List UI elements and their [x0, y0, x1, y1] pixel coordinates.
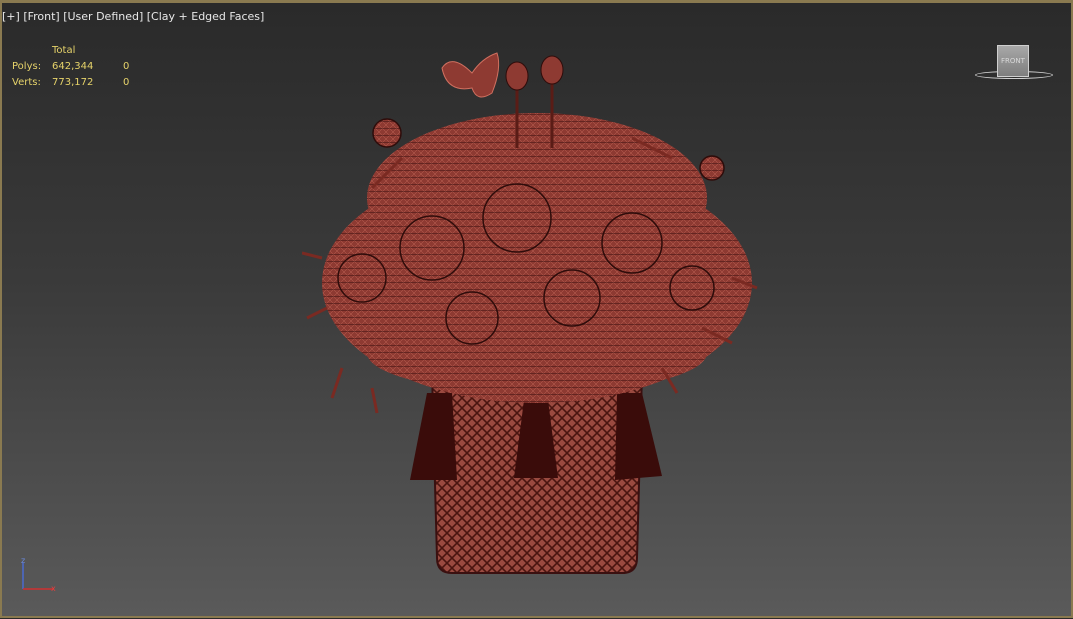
viewport-menu-plus[interactable]: [+] — [2, 10, 20, 23]
viewport-label: [+] [Front] [User Defined] [Clay + Edged… — [2, 10, 264, 23]
axis-z-label: z — [21, 557, 25, 565]
stats-verts-row: Verts: 773,172 0 — [12, 75, 143, 91]
axis-tripod-icon: z x — [21, 557, 56, 593]
statistics-overlay: Total Polys: 642,344 0 Verts: 773,172 0 — [12, 43, 143, 91]
viewcube-icon[interactable]: FRONT — [971, 43, 1055, 87]
front-viewport[interactable]: [+] [Front] [User Defined] [Clay + Edged… — [0, 0, 1073, 618]
viewport-view-menu[interactable]: [Front] — [23, 10, 59, 23]
viewport-shading-menu[interactable]: [Clay + Edged Faces] — [147, 10, 265, 23]
stats-total-header: Total — [52, 45, 76, 56]
viewcube-front-face[interactable]: FRONT — [997, 45, 1029, 77]
stats-polys-selected: 0 — [123, 61, 130, 72]
stats-polys-label: Polys: — [12, 61, 42, 72]
stats-verts-label: Verts: — [12, 77, 41, 88]
stats-verts-selected: 0 — [123, 77, 130, 88]
flower-bouquet — [302, 52, 758, 414]
viewport-display-menu[interactable]: [User Defined] — [63, 10, 143, 23]
axis-x-label: x — [51, 584, 56, 593]
stats-verts-total: 773,172 — [52, 77, 94, 88]
flower-basket-model[interactable] — [302, 48, 772, 578]
stats-polys-row: Polys: 642,344 0 — [12, 59, 143, 75]
stats-polys-total: 642,344 — [52, 61, 94, 72]
